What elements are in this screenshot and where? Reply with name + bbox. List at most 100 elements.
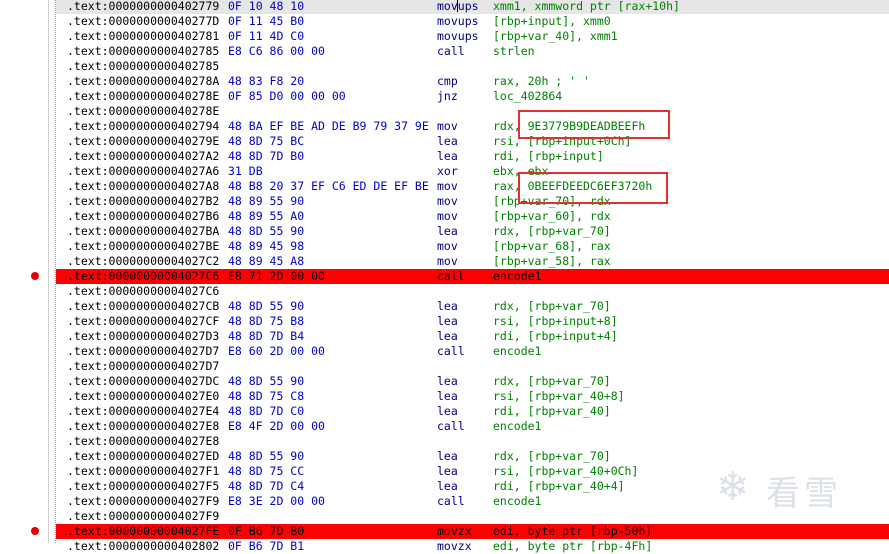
- bytes-cell: 48 89 55 90: [228, 194, 305, 208]
- code-row[interactable]: .text:00000000004027D7: [56, 359, 889, 374]
- mnemonic-cell: mov: [437, 254, 458, 268]
- address-cell: .text:00000000004027F9: [67, 494, 220, 508]
- text-cursor: [457, 0, 458, 12]
- address-cell: .text:0000000000402785: [67, 44, 220, 58]
- code-row[interactable]: .text:00000000004027C6: [56, 284, 889, 299]
- code-row[interactable]: .text:000000000040277D 0F 11 45 B0 movups […: [56, 14, 889, 29]
- address-cell: .text:00000000004027E4: [67, 404, 220, 418]
- breakpoint-dot-icon[interactable]: [31, 272, 39, 280]
- operand-cell: encode1: [493, 494, 542, 508]
- code-row[interactable]: .text:000000000040279E 48 8D 75 BC lea rsi,…: [56, 134, 889, 149]
- code-row[interactable]: .text:00000000004027A8 48 B8 20 37 EF C6 …: [56, 179, 889, 194]
- code-row[interactable]: .text:000000000040278E 0F 85 D0 00 00 00 j…: [56, 89, 889, 104]
- code-row[interactable]: .text:00000000004027B2 48 89 55 90 mov [rbp…: [56, 194, 889, 209]
- address-cell: .text:00000000004027F5: [67, 479, 220, 493]
- operand-cell: [rbp+var_60], rdx: [493, 209, 611, 223]
- operand-cell: rdi, [rbp+input+4]: [493, 329, 618, 343]
- breakpoint-row[interactable]: .text:00000000004027FE 0F B6 7D B0 movzx ed…: [56, 524, 889, 539]
- address-cell: .text:000000000040278A: [67, 74, 220, 88]
- operand-cell: edi, byte ptr [rbp-4Fh]: [493, 539, 653, 553]
- mnemonic-cell: call: [437, 494, 465, 508]
- code-row[interactable]: .text:00000000004027D7 E8 60 2D 00 00 call…: [56, 344, 889, 359]
- address-cell: .text:00000000004027DC: [67, 374, 220, 388]
- code-row[interactable]: .text:00000000004027E8: [56, 434, 889, 449]
- mnemonic-cell: lea: [437, 314, 458, 328]
- annotation-box-key2: [518, 172, 668, 204]
- operand-cell: rdx, [rbp+var_70]: [493, 299, 611, 313]
- code-row[interactable]: .text:00000000004027CB 48 8D 55 90 lea rdx,…: [56, 299, 889, 314]
- code-row[interactable]: .text:0000000000402781 0F 11 4D C0 movups […: [56, 29, 889, 44]
- address-cell: .text:00000000004027B2: [67, 194, 220, 208]
- bytes-cell: 48 BA EF BE AD DE B9 79 37 9E: [228, 119, 429, 133]
- bytes-cell: 48 8D 75 BC: [228, 134, 305, 148]
- code-row[interactable]: .text:00000000004027BE 48 89 45 98 mov [rbp…: [56, 239, 889, 254]
- address-cell: .text:0000000000402785: [67, 59, 220, 73]
- mnemonic-cell: mov: [437, 209, 458, 223]
- code-row[interactable]: .text:00000000004027A2 48 8D 7D B0 lea rdi,…: [56, 149, 889, 164]
- mnemonic-cell: movups: [437, 29, 479, 43]
- bytes-cell: 0F B6 7D B0: [228, 524, 305, 538]
- operand-cell: rsi, [rbp+var_40+0Ch]: [493, 464, 639, 478]
- code-row[interactable]: .text:00000000004027B6 48 89 55 A0 mov [rbp…: [56, 209, 889, 224]
- breakpoint-row[interactable]: .text:00000000004027C6 E8 71 2D 00 00 call…: [56, 269, 889, 284]
- mnemonic-cell: xor: [437, 164, 458, 178]
- address-cell: .text:0000000000402794: [67, 119, 220, 133]
- code-row[interactable]: .text:00000000004027BA 48 8D 55 90 lea rdx,…: [56, 224, 889, 239]
- code-row[interactable]: .text:00000000004027C2 48 89 45 A8 mov [rbp…: [56, 254, 889, 269]
- code-row[interactable]: .text:00000000004027790F 10 48 10movupsx…: [56, 0, 889, 14]
- mnemonic-cell: movzx: [437, 539, 472, 553]
- bytes-cell: E8 4F 2D 00 00: [228, 419, 325, 433]
- mnemonic-cell: movzx: [437, 524, 472, 538]
- code-row[interactable]: .text:0000000000402794 48 BA EF BE AD DE …: [56, 119, 889, 134]
- watermark: ❄ 看雪: [716, 462, 876, 514]
- code-row[interactable]: .text:00000000004027D3 48 8D 7D B4 lea rdi,…: [56, 329, 889, 344]
- code-row[interactable]: .text:000000000040278A 48 83 F8 20 cmp rax,…: [56, 74, 889, 89]
- operand-cell: [rbp+var_68], rax: [493, 239, 611, 253]
- address-cell: .text:00000000004027F1: [67, 464, 220, 478]
- bytes-cell: 48 8D 7D B0: [228, 149, 305, 163]
- code-row[interactable]: .text:0000000000402785 E8 C6 86 00 00 call…: [56, 44, 889, 59]
- mnemonic-cell: mov: [437, 119, 458, 133]
- address-cell: .text:000000000040278E: [67, 89, 220, 103]
- breakpoint-dot-icon[interactable]: [31, 527, 39, 535]
- operand-cell: rdi, [rbp+var_40]: [493, 404, 611, 418]
- bytes-cell: 48 8D 55 90: [228, 449, 305, 463]
- mnemonic-cell: lea: [437, 149, 458, 163]
- operand-cell: rdx, [rbp+var_70]: [493, 224, 611, 238]
- gutter[interactable]: [0, 0, 48, 543]
- mnemonic-cell: lea: [437, 299, 458, 313]
- address-cell: .text:0000000000402781: [67, 29, 220, 43]
- code-row[interactable]: .text:000000000040278E: [56, 104, 889, 119]
- bytes-cell: E8 71 2D 00 00: [228, 269, 325, 283]
- mnemonic-cell: lea: [437, 389, 458, 403]
- operand-cell: [rbp+var_58], rax: [493, 254, 611, 268]
- mnemonic-cell: call: [437, 344, 465, 358]
- operand-cell: [rbp+input], xmm0: [493, 14, 611, 28]
- code-row[interactable]: .text:00000000004027E4 48 8D 7D C0 lea rdi,…: [56, 404, 889, 419]
- code-row[interactable]: .text:00000000004027E8 E8 4F 2D 00 00 call…: [56, 419, 889, 434]
- address-cell: .text:00000000004027C6: [67, 269, 220, 283]
- code-row[interactable]: .text:00000000004027A6 31 DB xor ebx, ebx: [56, 164, 889, 179]
- operand-cell: strlen: [493, 44, 535, 58]
- operand-cell: encode1: [493, 344, 542, 358]
- address-cell: .text:00000000004027ED: [67, 449, 220, 463]
- mnemonic-cell: call: [437, 269, 465, 283]
- code-row[interactable]: .text:00000000004027CF 48 8D 75 B8 lea rsi,…: [56, 314, 889, 329]
- code-row[interactable]: .text:0000000000402802 0F B6 7D B1 movzx ed…: [56, 539, 889, 554]
- bytes-cell: 31 DB: [228, 164, 263, 178]
- operand-cell: encode1: [493, 419, 542, 433]
- code-row[interactable]: .text:00000000004027DC 48 8D 55 90 lea rdx,…: [56, 374, 889, 389]
- mnemonic-cell: mov: [437, 239, 458, 253]
- bytes-cell: 48 8D 7D C4: [228, 479, 305, 493]
- code-row[interactable]: .text:0000000000402785: [56, 59, 889, 74]
- operand-cell: rdi, [rbp+input]: [493, 149, 604, 163]
- code-row[interactable]: .text:00000000004027E0 48 8D 75 C8 lea rsi,…: [56, 389, 889, 404]
- operand-cell: encode1: [493, 269, 542, 283]
- mnemonic-cell: call: [437, 419, 465, 433]
- mnemonic-cell: lea: [437, 479, 458, 493]
- mnemonic-cell: lea: [437, 329, 458, 343]
- bytes-cell: 48 8D 75 B8: [228, 314, 305, 328]
- address-cell: .text:00000000004027D7: [67, 359, 220, 373]
- operand-cell: [rbp+var_40], xmm1: [493, 29, 618, 43]
- address-cell: .text:00000000004027A8: [67, 179, 220, 193]
